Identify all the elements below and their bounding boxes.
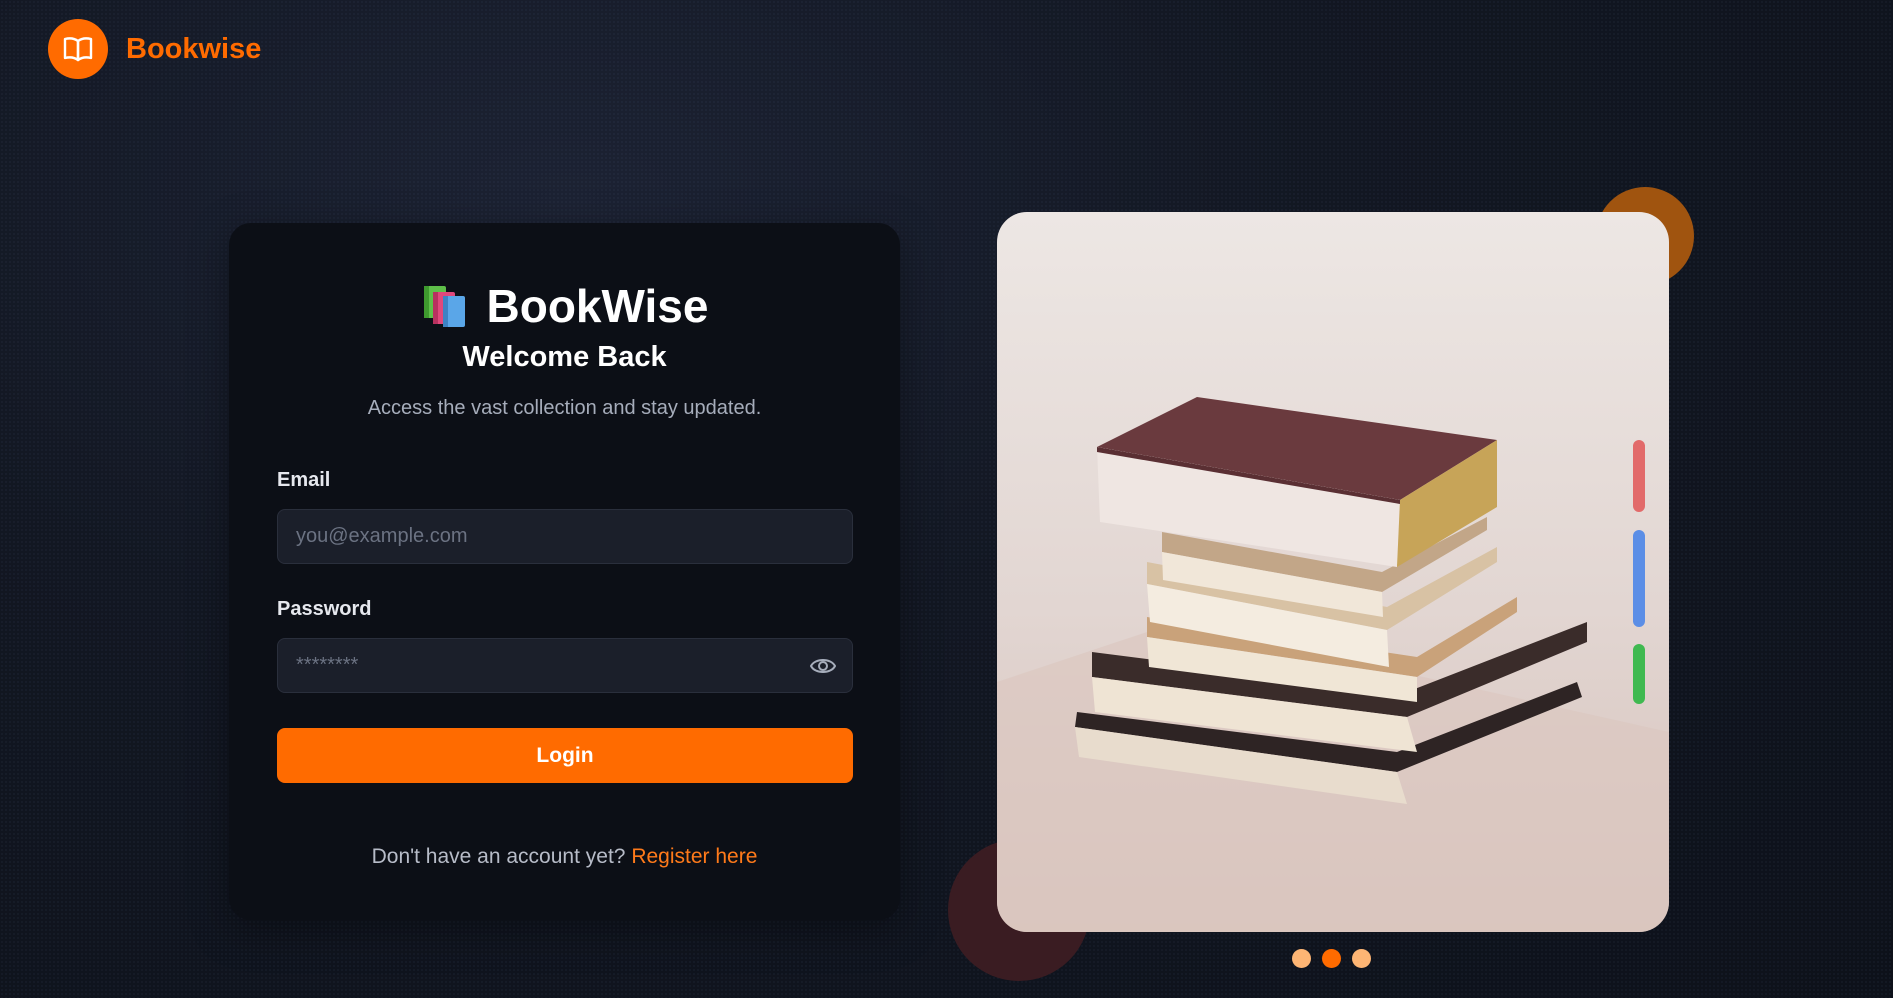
login-card: BookWise Welcome Back Access the vast co… <box>229 223 900 920</box>
card-logo-title: BookWise <box>486 280 709 332</box>
indicator-red[interactable] <box>1633 440 1645 512</box>
carousel-dot-3[interactable] <box>1352 949 1371 968</box>
welcome-heading: Welcome Back <box>462 341 667 373</box>
carousel-dot-1[interactable] <box>1292 949 1311 968</box>
login-button[interactable]: Login <box>277 728 853 783</box>
password-label: Password <box>277 598 372 620</box>
books-photo <box>997 212 1669 932</box>
indicator-green[interactable] <box>1633 644 1645 704</box>
email-field[interactable] <box>296 525 834 548</box>
password-field[interactable] <box>296 654 834 677</box>
eye-icon[interactable] <box>809 654 837 678</box>
email-label: Email <box>277 469 331 491</box>
register-prompt: Don't have an account yet? <box>371 845 626 868</box>
books-icon <box>421 284 469 328</box>
open-book-icon <box>48 19 108 79</box>
indicator-blue[interactable] <box>1633 530 1645 627</box>
carousel-dots <box>1292 949 1371 968</box>
password-field-wrapper <box>277 638 853 693</box>
welcome-subtitle: Access the vast collection and stay upda… <box>367 397 762 419</box>
carousel-dot-2-active[interactable] <box>1322 949 1341 968</box>
email-field-wrapper <box>277 509 853 564</box>
register-prompt-row: Don't have an account yet? Register here <box>229 845 900 869</box>
brand-name: Bookwise <box>126 32 262 65</box>
register-link[interactable]: Register here <box>631 845 757 868</box>
card-logo: BookWise <box>229 279 900 333</box>
top-brand[interactable]: Bookwise <box>48 19 261 79</box>
